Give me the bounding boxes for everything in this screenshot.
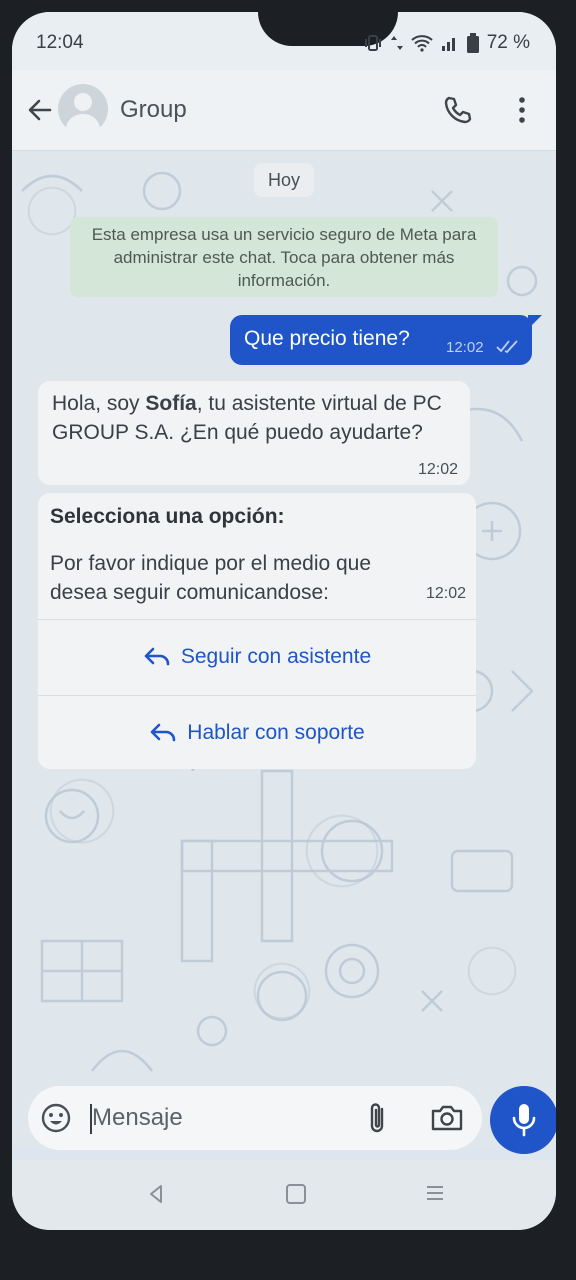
voice-record-button[interactable]: [490, 1086, 556, 1154]
mic-icon: [512, 1104, 536, 1137]
nav-recents-icon[interactable]: [424, 1182, 446, 1204]
chat-area[interactable]: Hoy Esta empresa usa un servicio seguro …: [12, 151, 556, 1086]
emoji-icon[interactable]: [40, 1102, 72, 1134]
back-arrow-icon[interactable]: [24, 94, 56, 126]
signal-icon: [441, 38, 455, 51]
nav-back-icon[interactable]: [144, 1182, 168, 1206]
battery-percent: 72 %: [486, 32, 530, 53]
message-time: 12:02: [425, 585, 466, 602]
message-text: Hola, soy Sofía, tu asistente virtual de…: [52, 392, 442, 444]
contact-name[interactable]: Group: [120, 96, 187, 124]
message-time: 12:02: [417, 461, 458, 478]
composer-bar: Mensaje: [12, 1086, 556, 1154]
reply-icon: [150, 723, 176, 742]
message-text: Que precio tiene?: [244, 327, 410, 350]
camera-icon[interactable]: [430, 1102, 464, 1134]
system-nav-bar: [12, 1160, 556, 1230]
option-button-soporte[interactable]: Hablar con soporte: [38, 695, 476, 770]
data-arrows-icon: [390, 36, 403, 50]
options-title: Selecciona una opción:: [50, 505, 285, 528]
incoming-message[interactable]: Hola, soy Sofía, tu asistente virtual de…: [38, 381, 470, 485]
options-body: Por favor indique por el medio que desea…: [50, 552, 372, 604]
status-bar: 12:04 72 %: [12, 12, 556, 70]
option-label: Hablar con soporte: [187, 721, 365, 744]
attach-icon[interactable]: [364, 1100, 390, 1136]
wifi-icon: [411, 35, 433, 52]
reply-icon: [144, 647, 170, 666]
chat-header: Group: [12, 70, 556, 151]
date-chip: Hoy: [254, 163, 314, 197]
outgoing-message[interactable]: Que precio tiene? 12:02: [230, 315, 542, 365]
option-button-asistente[interactable]: Seguir con asistente: [38, 619, 476, 694]
more-vert-icon[interactable]: [512, 94, 532, 126]
message-time: 12:02: [446, 339, 484, 356]
message-input[interactable]: Mensaje: [28, 1086, 482, 1150]
phone-icon[interactable]: [442, 94, 474, 126]
status-time: 12:04: [36, 32, 84, 53]
interactive-options-message: Selecciona una opción: Por favor indique…: [38, 493, 476, 769]
phone-screen: 12:04 72 % Group Hoy Esta empresa usa un…: [12, 12, 556, 1230]
double-check-icon: [496, 340, 518, 353]
avatar[interactable]: [58, 84, 108, 134]
message-placeholder: Mensaje: [92, 1104, 183, 1131]
vibrate-icon: [364, 35, 381, 51]
nav-home-icon[interactable]: [286, 1184, 306, 1204]
status-icons: 72 %: [363, 32, 530, 54]
battery-icon: [466, 33, 479, 53]
encryption-notice[interactable]: Esta empresa usa un servicio seguro de M…: [70, 217, 498, 297]
option-label: Seguir con asistente: [180, 645, 372, 668]
